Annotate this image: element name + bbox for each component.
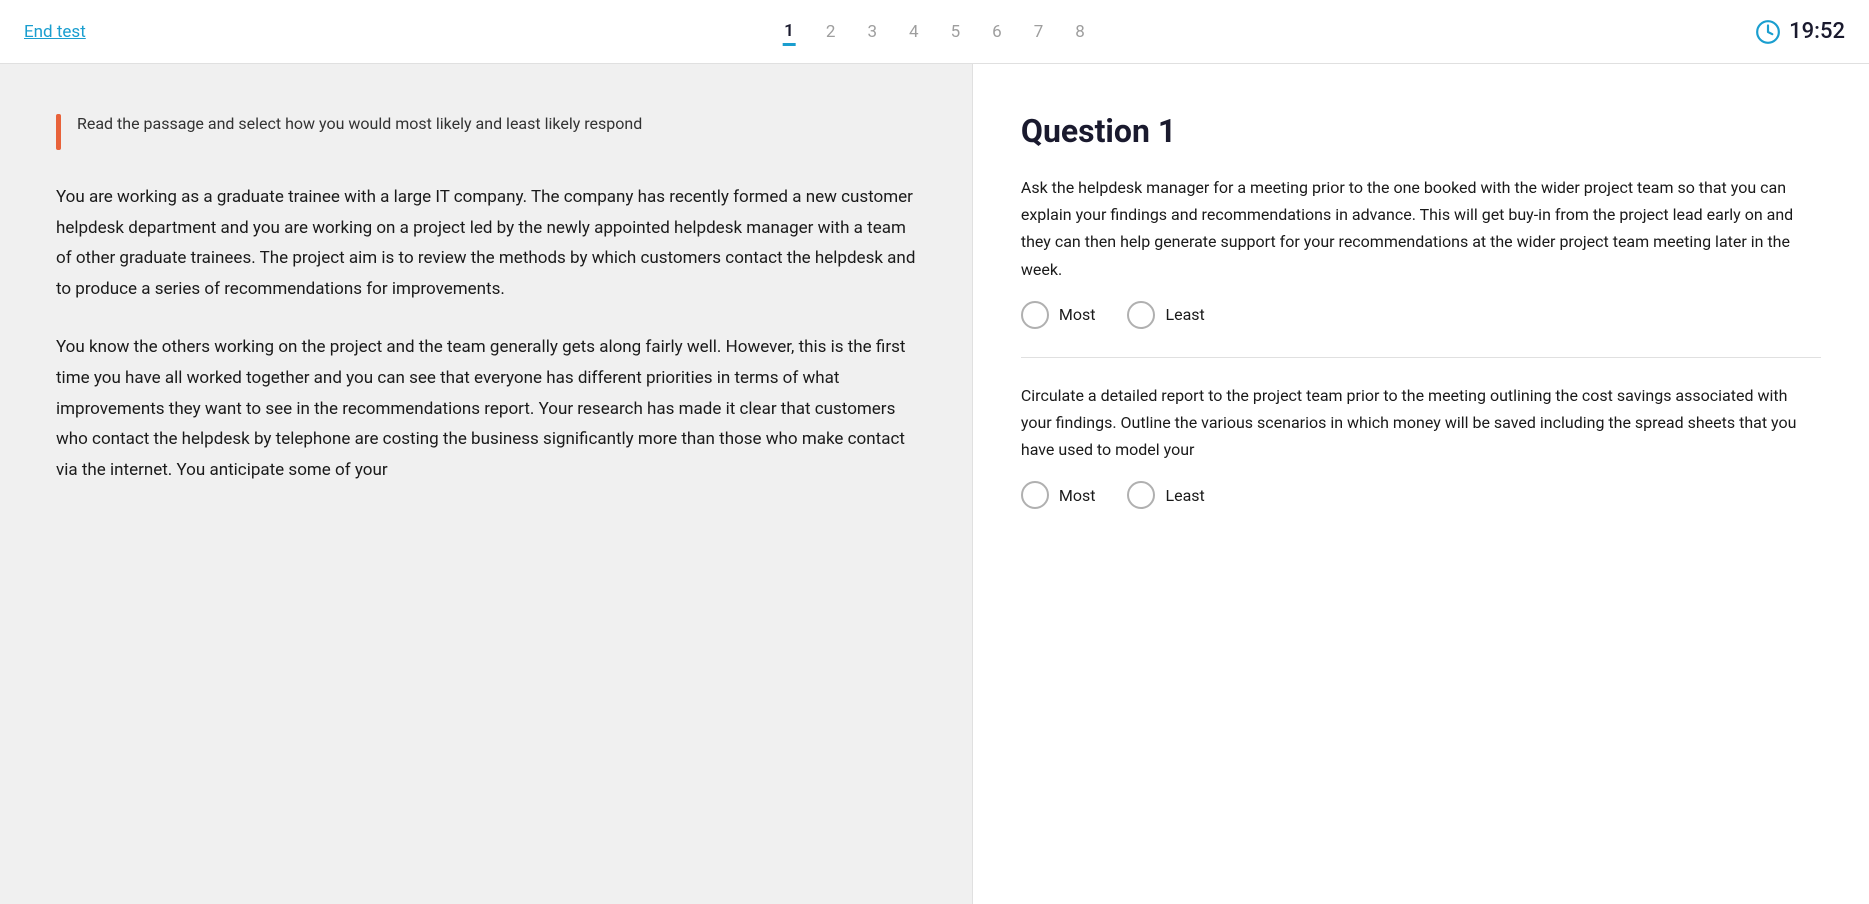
- timer-icon: [1755, 19, 1781, 45]
- least-radio-b[interactable]: [1127, 481, 1155, 509]
- answer-option-b: Circulate a detailed report to the proje…: [1021, 382, 1821, 510]
- answer-text-a: Ask the helpdesk manager for a meeting p…: [1021, 174, 1821, 283]
- timer: 19:52: [1755, 19, 1845, 45]
- question-title: Question 1: [1021, 112, 1821, 150]
- passage-paragraph-2: You know the others working on the proje…: [56, 332, 916, 485]
- least-text-b: Least: [1165, 486, 1204, 505]
- main-container: Read the passage and select how you woul…: [0, 64, 1869, 904]
- most-text-a: Most: [1059, 305, 1096, 324]
- question-panel: Question 1 Ask the helpdesk manager for …: [972, 64, 1869, 904]
- nav-num-5[interactable]: 5: [949, 18, 963, 46]
- header: End test 12345678 19:52: [0, 0, 1869, 64]
- answer-text-b: Circulate a detailed report to the proje…: [1021, 382, 1821, 464]
- answer-option-a: Ask the helpdesk manager for a meeting p…: [1021, 174, 1821, 329]
- nav-num-2[interactable]: 2: [824, 18, 838, 46]
- most-label-b[interactable]: Most: [1021, 481, 1096, 509]
- orange-bar: [56, 114, 61, 150]
- nav-num-7[interactable]: 7: [1032, 18, 1046, 46]
- most-radio-a[interactable]: [1021, 301, 1049, 329]
- passage-text: You are working as a graduate trainee wi…: [56, 182, 916, 485]
- radio-group-a: Most Least: [1021, 301, 1821, 329]
- radio-group-b: Most Least: [1021, 481, 1821, 509]
- least-label-a[interactable]: Least: [1127, 301, 1204, 329]
- least-label-b[interactable]: Least: [1127, 481, 1204, 509]
- nav-num-8[interactable]: 8: [1073, 18, 1087, 46]
- most-label-a[interactable]: Most: [1021, 301, 1096, 329]
- most-text-b: Most: [1059, 486, 1096, 505]
- divider: [1021, 357, 1821, 358]
- nav-num-4[interactable]: 4: [907, 18, 921, 46]
- nav-num-1[interactable]: 1: [782, 17, 796, 46]
- instruction-text: Read the passage and select how you woul…: [77, 112, 642, 136]
- instruction-block: Read the passage and select how you woul…: [56, 112, 916, 150]
- question-nav: 12345678: [782, 17, 1087, 46]
- least-radio-a[interactable]: [1127, 301, 1155, 329]
- most-radio-b[interactable]: [1021, 481, 1049, 509]
- least-text-a: Least: [1165, 305, 1204, 324]
- end-test-link[interactable]: End test: [24, 22, 86, 42]
- timer-display: 19:52: [1789, 19, 1845, 44]
- passage-paragraph-1: You are working as a graduate trainee wi…: [56, 182, 916, 304]
- nav-num-3[interactable]: 3: [865, 18, 879, 46]
- passage-panel: Read the passage and select how you woul…: [0, 64, 972, 904]
- nav-num-6[interactable]: 6: [990, 18, 1004, 46]
